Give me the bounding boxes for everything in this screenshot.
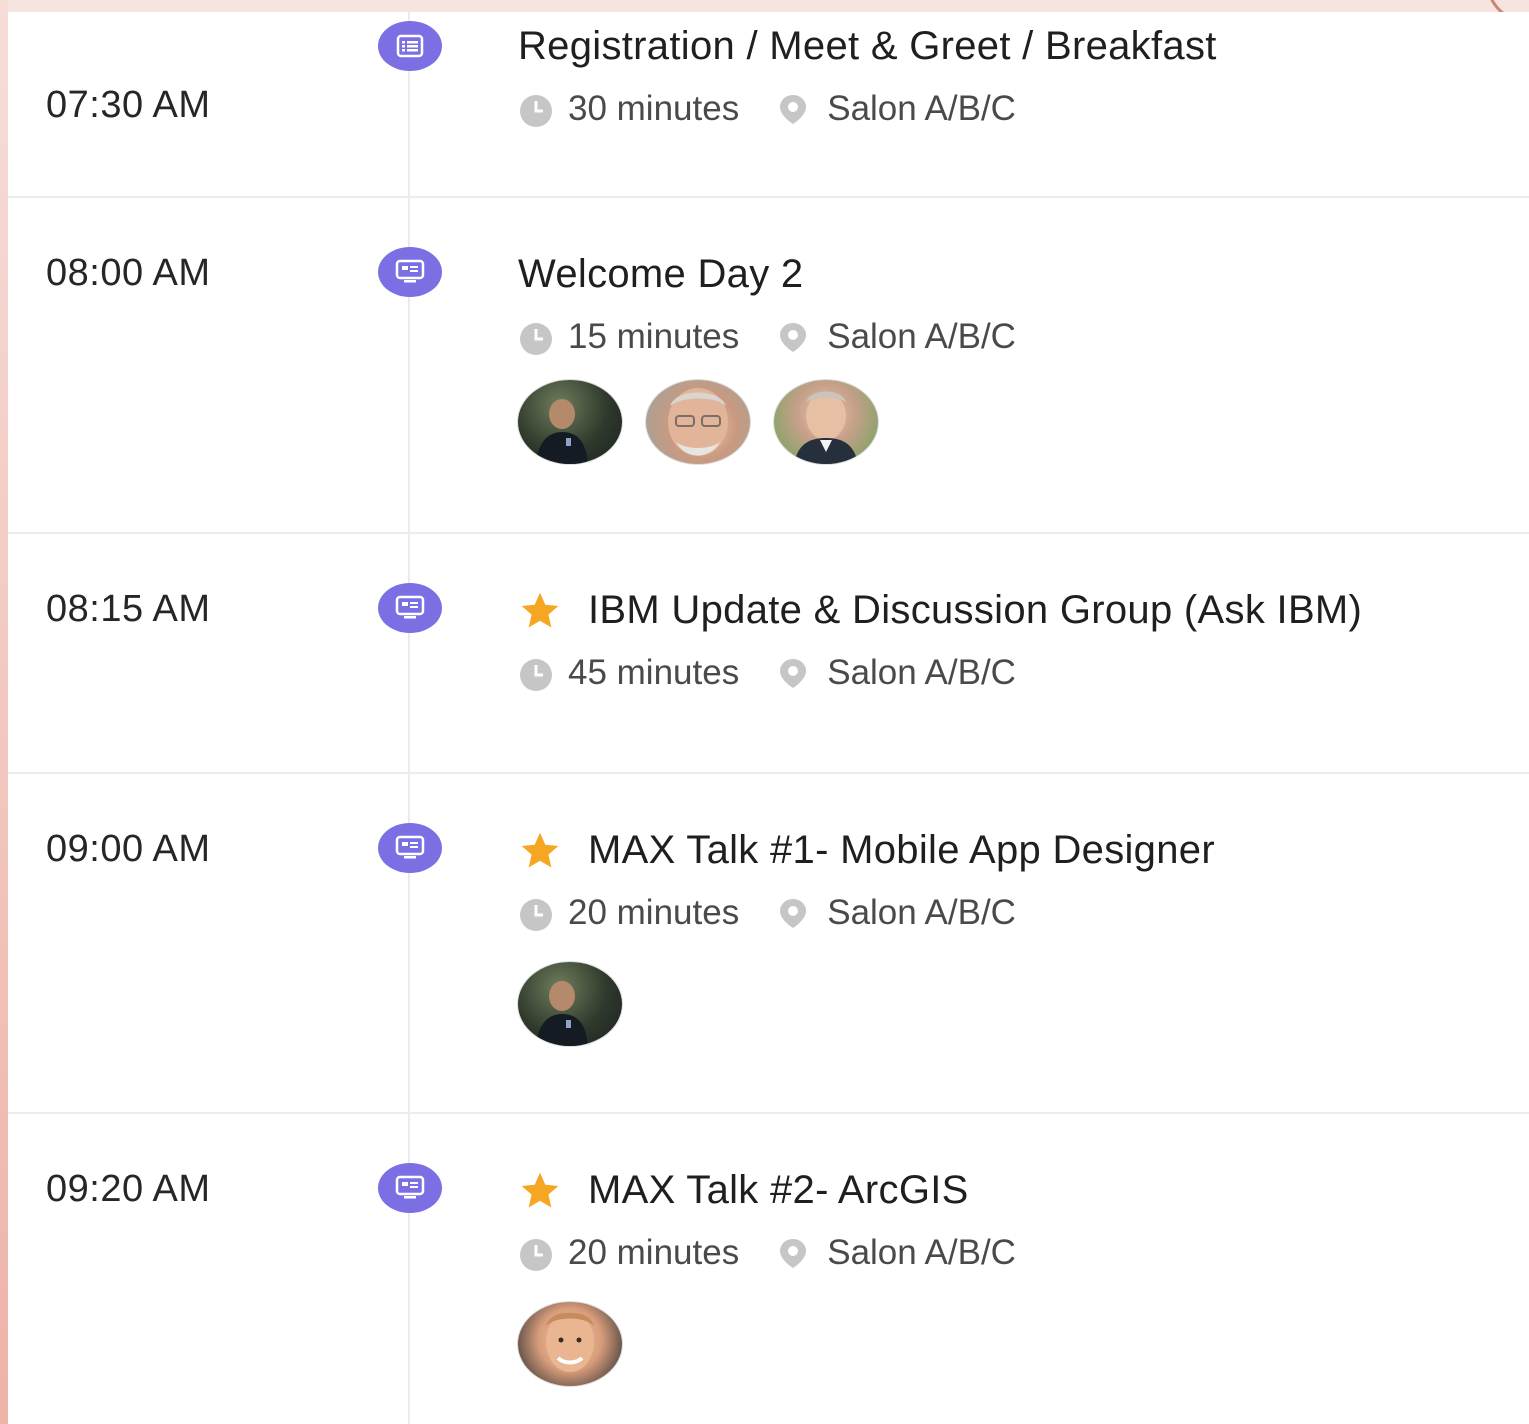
- session-location: Salon A/B/C: [827, 653, 1016, 692]
- star-icon[interactable]: [518, 589, 562, 633]
- agenda-item[interactable]: 09:00 AM MAX Talk #1- Mobile App Designe…: [8, 772, 1529, 1114]
- session-meta: 20 minutes Salon A/B/C: [518, 1233, 1016, 1273]
- session-location: Salon A/B/C: [827, 317, 1016, 356]
- session-time: 07:30 AM: [46, 84, 211, 126]
- agenda-item[interactable]: 08:00 AM Welcome Day 2 15 minutes Salon …: [8, 196, 1529, 534]
- background-top: [0, 0, 1529, 12]
- session-duration: 20 minutes: [568, 1233, 740, 1272]
- background-left-edge: [0, 0, 8, 1424]
- location-pin-icon: [780, 1239, 807, 1268]
- session-duration: 30 minutes: [568, 89, 740, 128]
- session-time: 09:20 AM: [46, 1168, 211, 1210]
- star-icon[interactable]: [518, 1169, 562, 1213]
- agenda-item[interactable]: 08:15 AM IBM Update & Discussion Group (…: [8, 532, 1529, 774]
- speaker-list: [518, 962, 646, 1046]
- session-duration: 45 minutes: [568, 653, 740, 692]
- clock-icon: [520, 1239, 552, 1271]
- location-pin-icon: [780, 95, 807, 124]
- session-time: 08:00 AM: [46, 252, 211, 294]
- session-meta: 15 minutes Salon A/B/C: [518, 317, 1016, 357]
- speaker-avatar[interactable]: [518, 380, 622, 464]
- speaker-list: [518, 380, 902, 464]
- session-title-wrap: MAX Talk #1- Mobile App Designer: [518, 828, 1215, 873]
- clock-icon: [520, 323, 552, 355]
- clock-icon: [520, 95, 552, 127]
- session-location: Salon A/B/C: [827, 89, 1016, 128]
- clock-icon: [520, 659, 552, 691]
- speaker-avatar[interactable]: [646, 380, 750, 464]
- session-title[interactable]: MAX Talk #1- Mobile App Designer: [588, 828, 1215, 873]
- speaker-avatar[interactable]: [774, 380, 878, 464]
- agenda-panel: 07:30 AM Registration / Meet & Greet / B…: [8, 12, 1529, 1424]
- session-title[interactable]: Welcome Day 2: [518, 252, 803, 297]
- agenda-item[interactable]: 09:20 AM MAX Talk #2- ArcGIS 20 minutes …: [8, 1112, 1529, 1424]
- session-title[interactable]: MAX Talk #2- ArcGIS: [588, 1168, 969, 1213]
- session-meta: 20 minutes Salon A/B/C: [518, 893, 1016, 933]
- session-title-wrap: Welcome Day 2: [518, 252, 803, 297]
- speaker-avatar[interactable]: [518, 962, 622, 1046]
- presentation-icon: [378, 1163, 442, 1213]
- location-pin-icon: [780, 899, 807, 928]
- session-title-wrap: Registration / Meet & Greet / Breakfast: [518, 24, 1217, 69]
- session-duration: 15 minutes: [568, 317, 740, 356]
- session-duration: 20 minutes: [568, 893, 740, 932]
- speaker-avatar[interactable]: [518, 1302, 622, 1386]
- location-pin-icon: [780, 659, 807, 688]
- session-title[interactable]: Registration / Meet & Greet / Breakfast: [518, 24, 1217, 69]
- speaker-list: [518, 1302, 646, 1386]
- presentation-icon: [378, 583, 442, 633]
- presentation-icon: [378, 247, 442, 297]
- session-meta: 45 minutes Salon A/B/C: [518, 653, 1016, 693]
- clock-icon: [520, 899, 552, 931]
- session-title[interactable]: IBM Update & Discussion Group (Ask IBM): [588, 588, 1362, 633]
- session-location: Salon A/B/C: [827, 893, 1016, 932]
- session-meta: 30 minutes Salon A/B/C: [518, 89, 1016, 129]
- star-icon[interactable]: [518, 829, 562, 873]
- session-time: 08:15 AM: [46, 588, 211, 630]
- session-time: 09:00 AM: [46, 828, 211, 870]
- agenda-item[interactable]: 07:30 AM Registration / Meet & Greet / B…: [8, 12, 1529, 198]
- session-title-wrap: IBM Update & Discussion Group (Ask IBM): [518, 588, 1362, 633]
- location-pin-icon: [780, 323, 807, 352]
- presentation-icon: [378, 823, 442, 873]
- list-icon: [378, 21, 442, 71]
- session-location: Salon A/B/C: [827, 1233, 1016, 1272]
- session-title-wrap: MAX Talk #2- ArcGIS: [518, 1168, 969, 1213]
